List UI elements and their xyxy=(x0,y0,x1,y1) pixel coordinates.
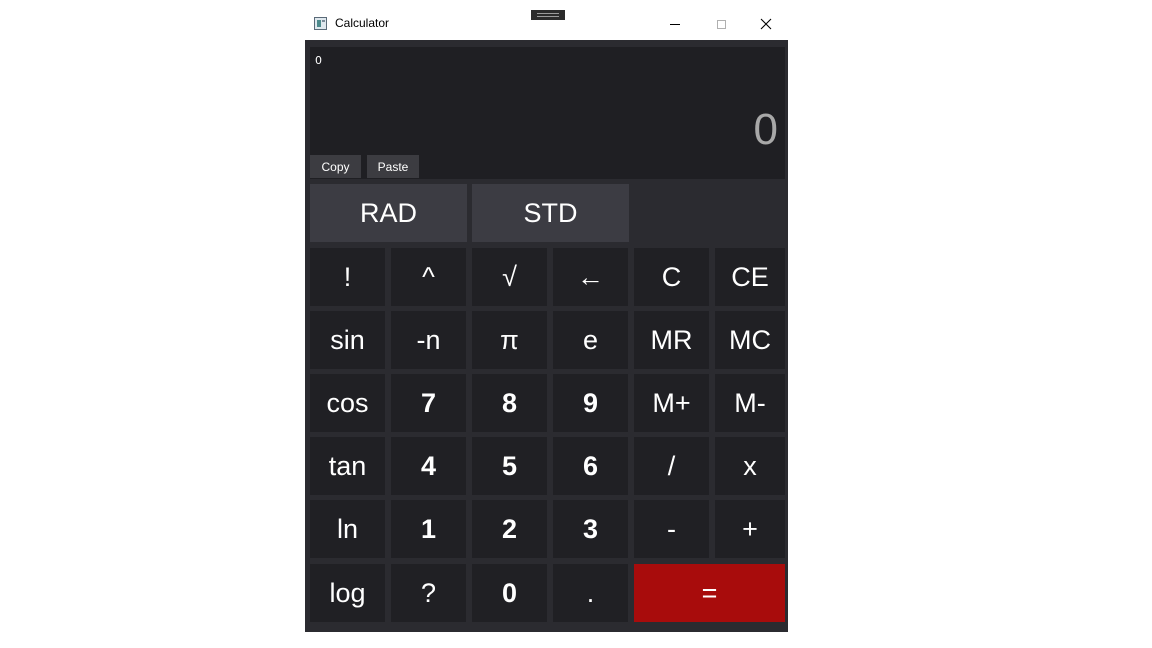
keypad: ! ^ √ ← C CE sin -n π e MR MC cos 7 8 9 M+ M-tan 4 5 6/x ln 1 2… xyxy=(305,8,788,632)
tan-key[interactable]: tan xyxy=(310,437,385,495)
power-key[interactable]: ^ xyxy=(391,248,466,306)
pi-key[interactable]: π xyxy=(472,311,547,369)
digit-3-key[interactable]: 3 xyxy=(553,500,628,558)
multiply-key[interactable]: x xyxy=(715,437,785,495)
divide-key[interactable]: / xyxy=(634,437,709,495)
digit-2-key[interactable]: 2 xyxy=(472,500,547,558)
digit-8-key[interactable]: 8 xyxy=(472,374,547,432)
calculator-window: Calculator 0 0 Copy Paste RAD STD ! ^ √ ← C C… xyxy=(305,8,788,632)
backspace-key[interactable]: ← xyxy=(553,248,628,306)
digit-9-key[interactable]: 9 xyxy=(553,374,628,432)
sqrt-key[interactable]: √ xyxy=(472,248,547,306)
memory-clear-key[interactable]: MC xyxy=(715,311,785,369)
subtract-key[interactable]: - xyxy=(634,500,709,558)
cos-key[interactable]: cos xyxy=(310,374,385,432)
memory-subtract-key[interactable]: M- xyxy=(715,374,785,432)
memory-add-key[interactable]: M+ xyxy=(634,374,709,432)
log-key[interactable]: log xyxy=(310,564,385,622)
help-key[interactable]: ? xyxy=(391,564,466,622)
digit-4-key[interactable]: 4 xyxy=(391,437,466,495)
equals-key[interactable]: = xyxy=(634,564,785,622)
clear-key[interactable]: C xyxy=(634,248,709,306)
digit-1-key[interactable]: 1 xyxy=(391,500,466,558)
digit-6-key[interactable]: 6 xyxy=(553,437,628,495)
negate-key[interactable]: -n xyxy=(391,311,466,369)
digit-7-key[interactable]: 7 xyxy=(391,374,466,432)
factorial-key[interactable]: ! xyxy=(310,248,385,306)
decimal-key[interactable]: . xyxy=(553,564,628,622)
clear-entry-key[interactable]: CE xyxy=(715,248,785,306)
add-key[interactable]: + xyxy=(715,500,785,558)
digit-0-key[interactable]: 0 xyxy=(472,564,547,622)
ln-key[interactable]: ln xyxy=(310,500,385,558)
memory-recall-key[interactable]: MR xyxy=(634,311,709,369)
digit-5-key[interactable]: 5 xyxy=(472,437,547,495)
e-key[interactable]: e xyxy=(553,311,628,369)
sin-key[interactable]: sin xyxy=(310,311,385,369)
